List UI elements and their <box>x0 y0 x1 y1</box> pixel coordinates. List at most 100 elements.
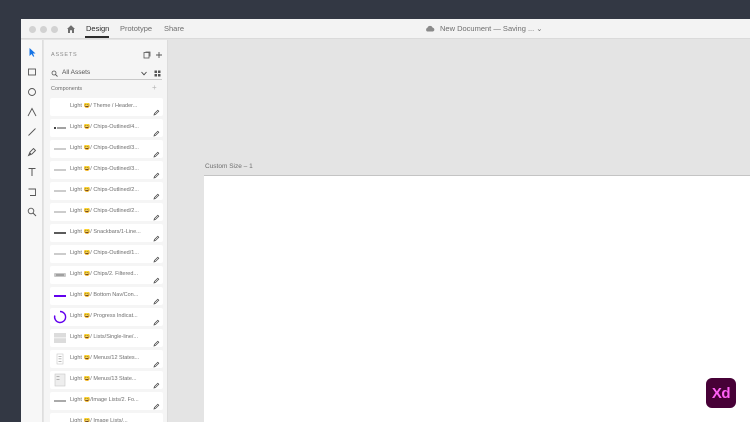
zoom-tool-icon[interactable] <box>26 206 38 218</box>
edit-component-icon[interactable] <box>153 229 160 242</box>
component-thumbnail <box>52 142 68 156</box>
component-thumbnail <box>52 184 68 198</box>
design-canvas[interactable]: Custom Size – 1 <box>169 40 750 422</box>
component-thumbnail <box>52 163 68 177</box>
components-heading[interactable]: Components <box>51 86 82 92</box>
component-thumbnail <box>52 226 68 240</box>
component-item[interactable]: Light 😀/ Bottom Nav/Con... <box>50 287 163 305</box>
component-thumbnail <box>52 310 68 324</box>
component-item[interactable]: Light 😀/ Chips-Outlined/4... <box>50 119 163 137</box>
home-icon[interactable] <box>66 24 76 34</box>
component-label: Light 😀/Image Lists/2. Fo... <box>70 396 139 403</box>
component-item[interactable]: Light 😀/ Chips-Outlined/1... <box>50 245 163 263</box>
component-thumbnail <box>52 331 68 345</box>
search-icon <box>51 70 58 77</box>
edit-component-icon[interactable] <box>153 187 160 200</box>
component-item[interactable]: Light 😀/ Menus/12 States... <box>50 350 163 368</box>
component-item[interactable]: Light 😀/ Chips-Outlined/2... <box>50 182 163 200</box>
chevron-down-icon[interactable] <box>141 71 147 76</box>
tab-share[interactable]: Share <box>164 24 184 33</box>
edit-component-icon[interactable] <box>153 271 160 284</box>
grid-view-icon[interactable] <box>154 70 161 77</box>
assets-search[interactable]: All Assets <box>50 67 162 80</box>
component-thumbnail <box>52 121 68 135</box>
edit-component-icon[interactable] <box>153 208 160 221</box>
active-tab-indicator <box>85 36 109 38</box>
component-item[interactable]: Light 😀/ Theme / Header... <box>50 98 163 116</box>
close-window-button[interactable] <box>29 26 36 33</box>
component-thumbnail <box>52 247 68 261</box>
edit-component-icon[interactable] <box>153 355 160 368</box>
component-label: Light 😀/ Bottom Nav/Con... <box>70 291 139 298</box>
component-label: Light 😀/ Image Lists/... <box>70 417 128 422</box>
polygon-tool-icon[interactable] <box>26 106 38 118</box>
assets-panel: ASSETS All Assets Components + Light 😀/ … <box>44 40 168 422</box>
document-title[interactable]: New Document — Saving ... ⌄ <box>440 24 543 33</box>
adobe-xd-logo: Xd <box>706 378 736 408</box>
maximize-window-button[interactable] <box>51 26 58 33</box>
component-item[interactable]: Light 😀/ Chips-Outlined/3... <box>50 140 163 158</box>
component-label: Light 😀/ Chips-Outlined/4... <box>70 123 139 130</box>
tab-prototype[interactable]: Prototype <box>120 24 152 33</box>
edit-component-icon[interactable] <box>153 418 160 422</box>
edit-component-icon[interactable] <box>153 124 160 137</box>
edit-component-icon[interactable] <box>153 166 160 179</box>
pen-tool-icon[interactable] <box>26 146 38 158</box>
edit-component-icon[interactable] <box>153 376 160 389</box>
component-label: Light 😀/ Chips-Outlined/2... <box>70 186 139 193</box>
line-tool-icon[interactable] <box>26 126 38 138</box>
text-tool-icon[interactable] <box>26 166 38 178</box>
component-label: Light 😀/ Chips/2. Filtered... <box>70 270 138 277</box>
component-thumbnail <box>52 289 68 303</box>
component-label: Light 😀/ Menus/13 State... <box>70 375 137 382</box>
component-label: Light 😀/ Menus/12 States... <box>70 354 140 361</box>
component-label: Light 😀/ Lists/Single-line/... <box>70 333 138 340</box>
component-item[interactable]: Light 😀/ Snackbars/1-Line... <box>50 224 163 242</box>
artboard[interactable] <box>204 175 750 422</box>
component-label: Light 😀/ Snackbars/1-Line... <box>70 228 141 235</box>
cloud-icon <box>426 25 435 32</box>
assets-filter-value: All Assets <box>62 69 91 76</box>
edit-component-icon[interactable] <box>153 397 160 410</box>
add-asset-icon[interactable] <box>155 51 163 59</box>
component-thumbnail <box>52 352 68 366</box>
adobe-xd-logo-text: Xd <box>711 384 731 402</box>
component-item[interactable]: Light 😀/ Chips-Outlined/3... <box>50 161 163 179</box>
app-window: Design Prototype Share New Document — Sa… <box>21 19 750 422</box>
component-item[interactable]: Light 😀/Image Lists/2. Fo... <box>50 392 163 410</box>
rectangle-tool-icon[interactable] <box>26 66 38 78</box>
component-label: Light 😀/ Chips-Outlined/2... <box>70 207 139 214</box>
component-label: Light 😀/ Chips-Outlined/1... <box>70 249 139 256</box>
edit-component-icon[interactable] <box>153 313 160 326</box>
edit-component-icon[interactable] <box>153 292 160 305</box>
artboard-label[interactable]: Custom Size – 1 <box>205 163 253 170</box>
component-item[interactable]: Light 😀/ Image Lists/... <box>50 413 163 422</box>
title-bar: Design Prototype Share New Document — Sa… <box>21 19 750 39</box>
library-icon[interactable] <box>143 51 151 59</box>
component-thumbnail <box>52 415 68 422</box>
component-label: Light 😀/ Theme / Header... <box>70 102 138 109</box>
component-label: Light 😀/ Chips-Outlined/3... <box>70 165 139 172</box>
component-item[interactable]: Light 😀/ Menus/13 State... <box>50 371 163 389</box>
component-label: Light 😀/ Chips-Outlined/3... <box>70 144 139 151</box>
component-item[interactable]: Light 😀/ Progress Indicat... <box>50 308 163 326</box>
tool-bar <box>21 40 43 422</box>
component-thumbnail <box>52 394 68 408</box>
component-thumbnail <box>52 373 68 387</box>
tab-design[interactable]: Design <box>86 24 109 33</box>
edit-component-icon[interactable] <box>153 103 160 116</box>
add-component-icon[interactable]: + <box>152 83 157 92</box>
select-tool-icon[interactable] <box>26 46 38 58</box>
component-item[interactable]: Light 😀/ Lists/Single-line/... <box>50 329 163 347</box>
component-thumbnail <box>52 205 68 219</box>
component-item[interactable]: Light 😀/ Chips-Outlined/2... <box>50 203 163 221</box>
component-thumbnail <box>52 100 68 114</box>
artboard-tool-icon[interactable] <box>26 186 38 198</box>
edit-component-icon[interactable] <box>153 334 160 347</box>
component-label: Light 😀/ Progress Indicat... <box>70 312 138 319</box>
ellipse-tool-icon[interactable] <box>26 86 38 98</box>
minimize-window-button[interactable] <box>40 26 47 33</box>
edit-component-icon[interactable] <box>153 145 160 158</box>
edit-component-icon[interactable] <box>153 250 160 263</box>
component-item[interactable]: Light 😀/ Chips/2. Filtered... <box>50 266 163 284</box>
